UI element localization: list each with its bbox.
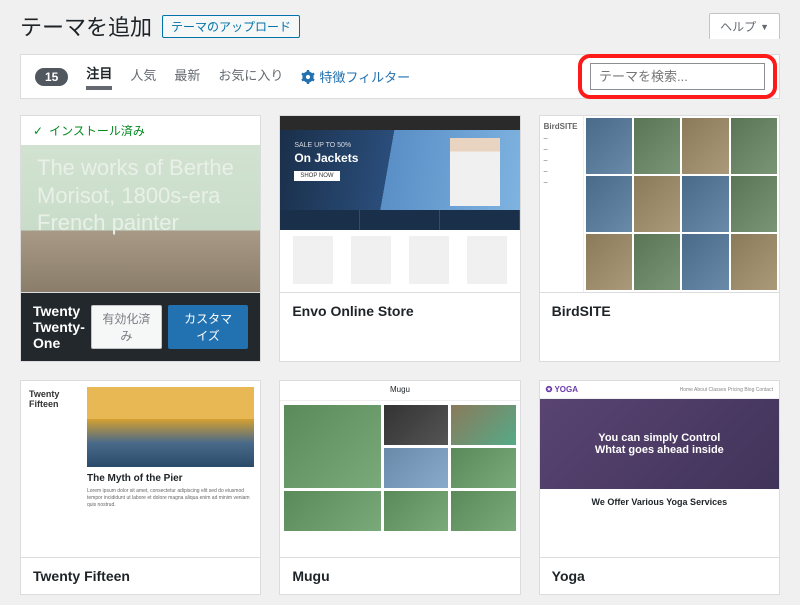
preview-hero-line2: Whtat goes ahead inside — [595, 444, 724, 456]
theme-preview: SALE UP TO 50% On Jackets SHOP NOW — [280, 116, 519, 292]
theme-footer: Envo Online Store — [280, 292, 519, 329]
theme-preview: ✪ YOGA Home About Classes Pricing Blog C… — [540, 381, 779, 557]
activated-button[interactable]: 有効化済み — [91, 305, 162, 349]
theme-card-envo[interactable]: SALE UP TO 50% On Jackets SHOP NOW Envo … — [279, 115, 520, 362]
preview-services-title: We Offer Various Yoga Services — [548, 497, 771, 507]
theme-preview: Mugu — [280, 381, 519, 557]
theme-footer: Yoga — [540, 557, 779, 594]
theme-card-twenty-fifteen[interactable]: Twenty Fifteen The Myth of the Pier Lore… — [20, 380, 261, 595]
theme-footer: BirdSITE — [540, 292, 779, 329]
help-tab[interactable]: ヘルプ ▼ — [709, 13, 780, 39]
theme-name: BirdSITE — [552, 303, 767, 319]
theme-name: Envo Online Store — [292, 303, 507, 319]
theme-name: Mugu — [292, 568, 507, 584]
theme-card-yoga[interactable]: ✪ YOGA Home About Classes Pricing Blog C… — [539, 380, 780, 595]
tab-latest[interactable]: 最新 — [174, 65, 200, 88]
theme-count-badge: 15 — [35, 68, 68, 86]
page-header: テーマを追加 テーマのアップロード ヘルプ ▼ — [20, 10, 780, 42]
help-label: ヘルプ — [720, 18, 756, 35]
theme-card-mugu[interactable]: Mugu Mugu — [279, 380, 520, 595]
page-title: テーマを追加 — [20, 10, 152, 42]
theme-name: Twenty Twenty-One — [33, 303, 85, 351]
preview-logo: Mugu — [280, 381, 519, 401]
installed-badge: ✓ インストール済み — [21, 116, 260, 145]
preview-hero-line1: You can simply Control — [598, 432, 720, 444]
search-wrap — [590, 63, 765, 90]
theme-card-birdsite[interactable]: BirdSITE ––––– BirdSITE — [539, 115, 780, 362]
search-input[interactable] — [590, 63, 765, 90]
preview-logo: ✪ YOGA — [546, 385, 578, 394]
tab-favorites[interactable]: お気に入り — [218, 65, 283, 88]
preview-side-title: Twenty Fifteen — [29, 389, 73, 409]
upload-theme-button[interactable]: テーマのアップロード — [162, 15, 300, 38]
theme-name: Yoga — [552, 568, 767, 584]
theme-footer: Twenty Twenty-One 有効化済み カスタマイズ — [21, 292, 260, 361]
customize-button[interactable]: カスタマイズ — [168, 305, 248, 349]
feature-filter-label: 特徴フィルター — [319, 67, 410, 86]
tab-popular[interactable]: 人気 — [130, 65, 156, 88]
theme-footer: Twenty Fifteen — [21, 557, 260, 594]
theme-name: Twenty Fifteen — [33, 568, 248, 584]
gear-icon — [301, 70, 315, 84]
themes-grid: ✓ インストール済み The works of Berthe Morisot, … — [20, 115, 780, 595]
theme-card-twenty-twenty-one[interactable]: ✓ インストール済み The works of Berthe Morisot, … — [20, 115, 261, 362]
preview-cta: SHOP NOW — [294, 171, 339, 181]
installed-label: インストール済み — [49, 122, 145, 139]
theme-preview: Twenty Fifteen The Myth of the Pier Lore… — [21, 381, 260, 557]
preview-logo: BirdSITE — [544, 120, 579, 133]
theme-preview: BirdSITE ––––– — [540, 116, 779, 292]
theme-footer: Mugu — [280, 557, 519, 594]
preview-article-title: The Myth of the Pier — [87, 473, 254, 484]
check-icon: ✓ — [33, 124, 43, 138]
filter-bar: 15 注目 人気 最新 お気に入り 特徴フィルター — [20, 54, 780, 99]
chevron-down-icon: ▼ — [760, 22, 769, 32]
feature-filter-link[interactable]: 特徴フィルター — [301, 67, 410, 86]
tab-featured[interactable]: 注目 — [86, 63, 112, 90]
